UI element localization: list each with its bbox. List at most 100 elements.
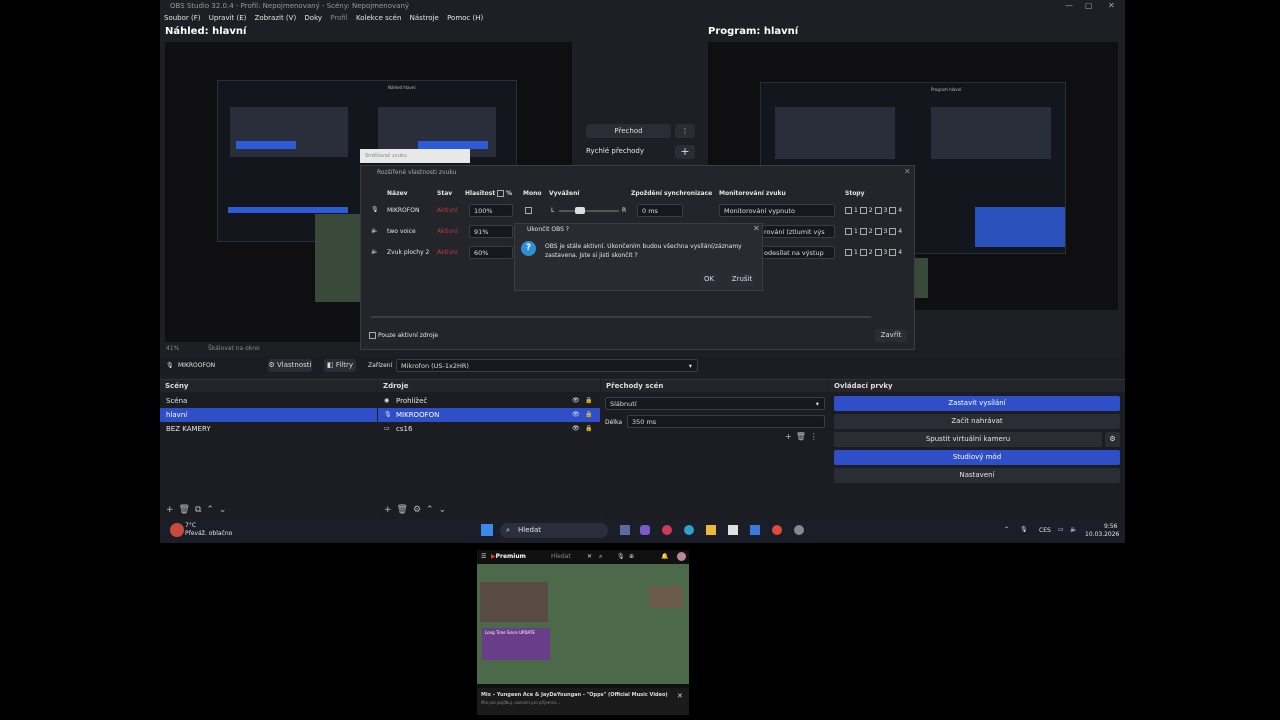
menu-tools[interactable]: Nástroje bbox=[410, 14, 439, 22]
scale-to-window[interactable]: Škálovat na okno bbox=[208, 345, 260, 352]
quit-ok-button[interactable]: OK bbox=[700, 273, 718, 286]
menu-file[interactable]: Soubor (F) bbox=[164, 14, 200, 22]
transition-type-select[interactable]: Slábnutí ▾ bbox=[605, 397, 825, 410]
scenes-toolbar[interactable]: +🗑⧉⌃⌄ bbox=[166, 505, 231, 515]
menu-view[interactable]: Zobrazit (V) bbox=[255, 14, 297, 22]
monitoring-select[interactable]: rování (ztlumit výs bbox=[759, 225, 835, 238]
preview-inner-title: Náhled hlavní bbox=[388, 85, 416, 90]
settings-button[interactable]: Nastavení bbox=[834, 468, 1120, 483]
volume-field[interactable]: 60% bbox=[469, 246, 513, 259]
sync-offset-field[interactable]: 0 ms bbox=[637, 204, 683, 217]
menu-profile[interactable]: Profil bbox=[330, 14, 347, 22]
start-virtual-camera-button[interactable]: Spustit virtuální kameru bbox=[834, 432, 1102, 447]
filters-button[interactable]: ◧ Filtry bbox=[324, 359, 356, 372]
sources-toolbar[interactable]: +🗑⚙⌃⌄ bbox=[384, 505, 451, 515]
video-info-bar: Mix – Yungeen Ace & JayDaYoungan - "Opps… bbox=[477, 688, 689, 715]
scene-item[interactable]: BEZ KAMERY bbox=[160, 422, 377, 436]
minimize-button[interactable]: — bbox=[1065, 0, 1073, 11]
col-percent[interactable]: % bbox=[497, 190, 512, 197]
add-quick-transition-icon[interactable]: + bbox=[675, 145, 695, 159]
device-select[interactable]: Mikrofon (US-1x2HR) ▾ bbox=[396, 359, 698, 372]
duration-field[interactable]: 350 ms bbox=[627, 415, 825, 428]
lock-icon[interactable]: 🔒 bbox=[585, 425, 592, 432]
copilot-icon[interactable] bbox=[640, 525, 650, 535]
start-icon[interactable] bbox=[481, 524, 493, 536]
visibility-eye-icon[interactable]: 👁 bbox=[572, 411, 580, 418]
mono-checkbox[interactable] bbox=[525, 207, 532, 214]
menu-docks[interactable]: Doky bbox=[304, 14, 322, 22]
edge-icon[interactable] bbox=[684, 525, 694, 535]
create-icon[interactable]: ⊕ bbox=[629, 553, 634, 560]
col-name: Název bbox=[387, 190, 408, 197]
monitoring-select[interactable]: Monitorování vypnuto bbox=[719, 204, 835, 217]
taskbar-search[interactable]: Hledat bbox=[500, 523, 608, 538]
studio-mode-button[interactable]: Studiový mód bbox=[834, 450, 1120, 465]
obs-icon[interactable] bbox=[794, 525, 804, 535]
scene-item-selected[interactable]: hlavní bbox=[160, 408, 377, 422]
chrome-icon[interactable] bbox=[772, 525, 782, 535]
file-explorer-icon[interactable] bbox=[706, 525, 716, 535]
store-icon[interactable] bbox=[750, 525, 760, 535]
maximize-button[interactable]: ▢ bbox=[1085, 0, 1093, 11]
task-view-icon[interactable] bbox=[620, 525, 630, 535]
source-item[interactable]: cs16 bbox=[378, 422, 600, 436]
video-title[interactable]: Mix – Yungeen Ace & JayDaYoungan - "Opps… bbox=[481, 692, 668, 698]
avatar[interactable] bbox=[677, 552, 686, 561]
language-indicator[interactable]: CES bbox=[1039, 527, 1051, 534]
audio-dialog-scrollbar[interactable] bbox=[371, 316, 871, 318]
visibility-eye-icon[interactable]: 👁 bbox=[572, 397, 580, 404]
chevron-up-icon[interactable]: ⌃ bbox=[1004, 526, 1009, 533]
question-icon: ? bbox=[521, 241, 536, 256]
volume-field[interactable]: 91% bbox=[469, 225, 513, 238]
clock-date[interactable]: 10.03.2026 bbox=[1085, 531, 1119, 538]
network-icon[interactable]: ▭ bbox=[1058, 526, 1064, 533]
volume-field[interactable]: 100% bbox=[469, 204, 513, 217]
scene-item[interactable]: Scéna bbox=[160, 394, 377, 408]
notifications-icon[interactable]: 🔔 bbox=[661, 553, 668, 560]
clock-time[interactable]: 9:56 bbox=[1104, 523, 1117, 530]
properties-button[interactable]: ⚙ Vlastnosti bbox=[268, 359, 312, 372]
virtual-camera-gear-icon[interactable]: ⚙ bbox=[1105, 432, 1120, 447]
mic-tray-icon[interactable]: 🎙 bbox=[1020, 526, 1028, 533]
start-recording-button[interactable]: Začít nahrávat bbox=[834, 414, 1120, 429]
transition-more-icon[interactable]: ⋮ bbox=[675, 124, 695, 138]
search-icon[interactable]: ⌕ bbox=[599, 553, 602, 561]
monitoring-select[interactable]: odesílat na výstup bbox=[759, 246, 835, 259]
duration-label: Délka bbox=[605, 419, 623, 426]
quit-dialog-close-icon[interactable]: ✕ bbox=[753, 224, 760, 233]
tracks-row-2[interactable]: 1 2 3 4 bbox=[845, 228, 902, 235]
source-item-selected[interactable]: MIKROOFON bbox=[378, 408, 600, 422]
mic-icon[interactable]: 🎙 bbox=[617, 553, 625, 560]
lock-icon[interactable]: 🔒 bbox=[585, 411, 592, 418]
audio-dialog-close-icon[interactable]: ✕ bbox=[904, 167, 911, 176]
chevron-down-icon: ▾ bbox=[688, 362, 692, 370]
menu-edit[interactable]: Upravit (E) bbox=[209, 14, 247, 22]
close-icon[interactable]: ✕ bbox=[587, 553, 592, 560]
monitor-icon: ▭ bbox=[384, 425, 390, 432]
active-only-checkbox[interactable]: Pouze aktivní zdroje bbox=[369, 332, 438, 339]
balance-slider[interactable] bbox=[559, 210, 619, 212]
calculator-icon[interactable] bbox=[728, 525, 738, 535]
stop-streaming-button[interactable]: Zastavit vysílání bbox=[834, 396, 1120, 411]
menu-help[interactable]: Pomoc (H) bbox=[447, 14, 483, 22]
video-player[interactable]: Long Time Since UPDATE bbox=[477, 564, 689, 684]
transition-button[interactable]: Přechod bbox=[586, 124, 671, 138]
phone-screen: ☰ ▶Premium Hledat ✕ ⌕ 🎙 ⊕ 🔔 Long Time Si… bbox=[477, 550, 689, 715]
transition-toolbar[interactable]: +🗑⋮ bbox=[785, 432, 822, 441]
volume-icon[interactable]: 🔈 bbox=[1070, 526, 1077, 533]
phone-search-field[interactable]: Hledat bbox=[551, 553, 571, 560]
app-icon[interactable] bbox=[662, 525, 672, 535]
quit-cancel-button[interactable]: Zrušit bbox=[728, 273, 756, 286]
close-icon[interactable]: ✕ bbox=[677, 692, 683, 700]
tracks-row-3[interactable]: 1 2 3 4 bbox=[845, 249, 902, 256]
audio-dialog-close-button[interactable]: Zavřít bbox=[875, 329, 907, 342]
menu-icon[interactable]: ☰ bbox=[481, 553, 486, 560]
lock-icon[interactable]: 🔒 bbox=[585, 397, 592, 404]
tracks-row-1[interactable]: 1 2 3 4 bbox=[845, 207, 902, 214]
obs-window: OBS Studio 32.0.4 - Profil: Nepojmenovan… bbox=[160, 0, 1125, 543]
visibility-eye-icon[interactable]: 👁 bbox=[572, 425, 580, 432]
balance-slider-handle[interactable] bbox=[575, 207, 585, 214]
close-window-button[interactable]: ✕ bbox=[1108, 0, 1115, 11]
menu-scene-collection[interactable]: Kolekce scén bbox=[356, 14, 401, 22]
source-item[interactable]: Prohlížeč bbox=[378, 394, 600, 408]
